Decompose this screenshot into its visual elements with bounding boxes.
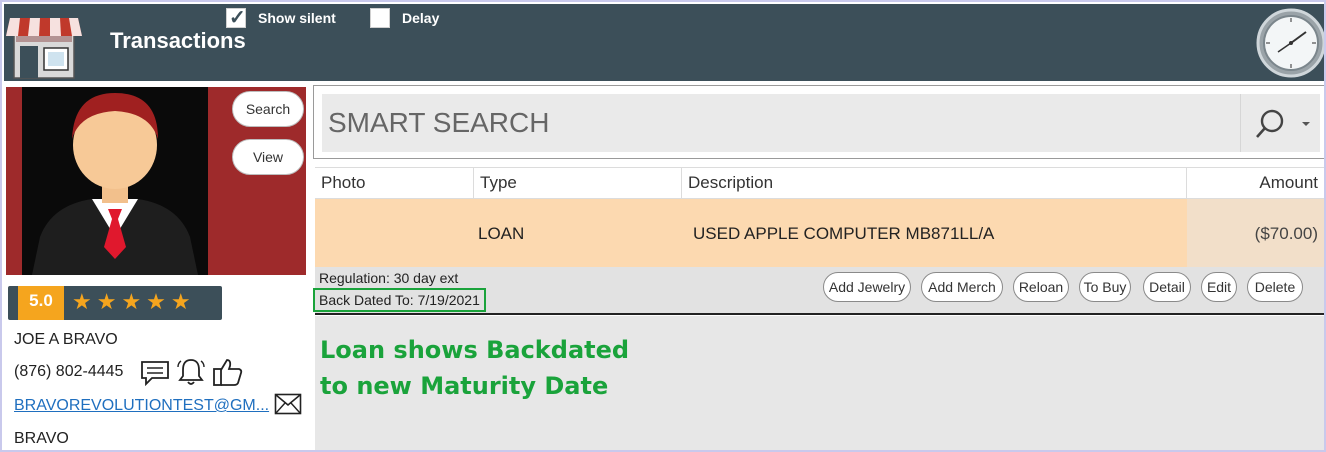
annotation-line-1: Loan shows Backdated [320,336,630,364]
column-header-photo[interactable]: Photo [315,168,474,198]
delay-label: Delay [402,10,440,26]
checkmark-icon: ✓ [229,7,246,29]
delete-button[interactable]: Delete [1247,272,1303,302]
add-merch-button[interactable]: Add Merch [921,272,1003,302]
show-silent-checkbox[interactable]: ✓ [226,7,246,29]
thumbs-up-icon[interactable] [212,357,244,387]
rating-stars: ★★★★★ [72,289,196,314]
app-header: Transactions ✓ Show silent Delay [4,4,1324,81]
customer-panel: Search View 5.0 ★★★★★ JOE A BRAVO (876) … [4,85,312,450]
transactions-table-header: Photo Type Description Amount [315,167,1324,199]
column-header-amount[interactable]: Amount [1187,168,1324,198]
app-frame: Transactions ✓ Show silent Delay Search … [0,0,1326,452]
search-icon [1256,109,1284,138]
store-icon [6,18,82,79]
customer-organization: BRAVO [14,430,69,447]
customer-phone: (876) 802-4445 [14,363,124,380]
chat-icon[interactable] [140,360,170,386]
annotation-callout: Loan shows Backdated to new Maturity Dat… [320,332,629,404]
row-description: USED APPLE COMPUTER MB871LL/A [693,224,995,243]
annotation-line-2: to new Maturity Date [320,372,609,400]
search-separator [1240,94,1241,152]
customer-rating: 5.0 ★★★★★ [8,286,222,320]
detail-button[interactable]: Detail [1143,272,1191,302]
search-button[interactable] [1240,94,1320,152]
avatar [32,93,198,275]
table-row[interactable]: LOAN USED APPLE COMPUTER MB871LL/A ($70.… [315,199,1324,267]
smart-search-input[interactable]: SMART SEARCH [322,94,1246,152]
row-detail-strip: Regulation: 30 day ext Back Dated To: 7/… [313,267,1324,315]
row-photo [321,199,471,267]
row-amount: ($70.00) [1187,199,1324,267]
delay-checkbox[interactable] [370,8,390,28]
mail-icon[interactable] [274,393,302,415]
smart-search-bar: SMART SEARCH [313,85,1324,159]
show-silent-label: Show silent [258,10,336,26]
regulation-text: Regulation: 30 day ext [319,270,459,286]
rating-value: 5.0 [18,286,64,320]
page-title: Transactions [110,28,246,53]
bell-icon[interactable] [176,357,206,387]
search-customer-button[interactable]: Search [232,91,304,127]
row-type: LOAN [478,224,525,243]
add-jewelry-button[interactable]: Add Jewelry [823,272,911,302]
customer-name: JOE A BRAVO [14,331,118,348]
edit-button[interactable]: Edit [1201,272,1237,302]
to-buy-button[interactable]: To Buy [1079,272,1131,302]
clock-icon [1256,8,1324,78]
view-customer-button[interactable]: View [232,139,304,175]
customer-photo[interactable]: Search View [6,87,306,275]
reloan-button[interactable]: Reloan [1013,272,1069,302]
column-header-description[interactable]: Description [682,168,1187,198]
back-dated-text: Back Dated To: 7/19/2021 [313,288,486,312]
chevron-down-icon[interactable] [1300,120,1312,128]
customer-email-link[interactable]: BRAVOREVOLUTIONTEST@GM... [14,397,269,415]
column-header-type[interactable]: Type [474,168,682,198]
